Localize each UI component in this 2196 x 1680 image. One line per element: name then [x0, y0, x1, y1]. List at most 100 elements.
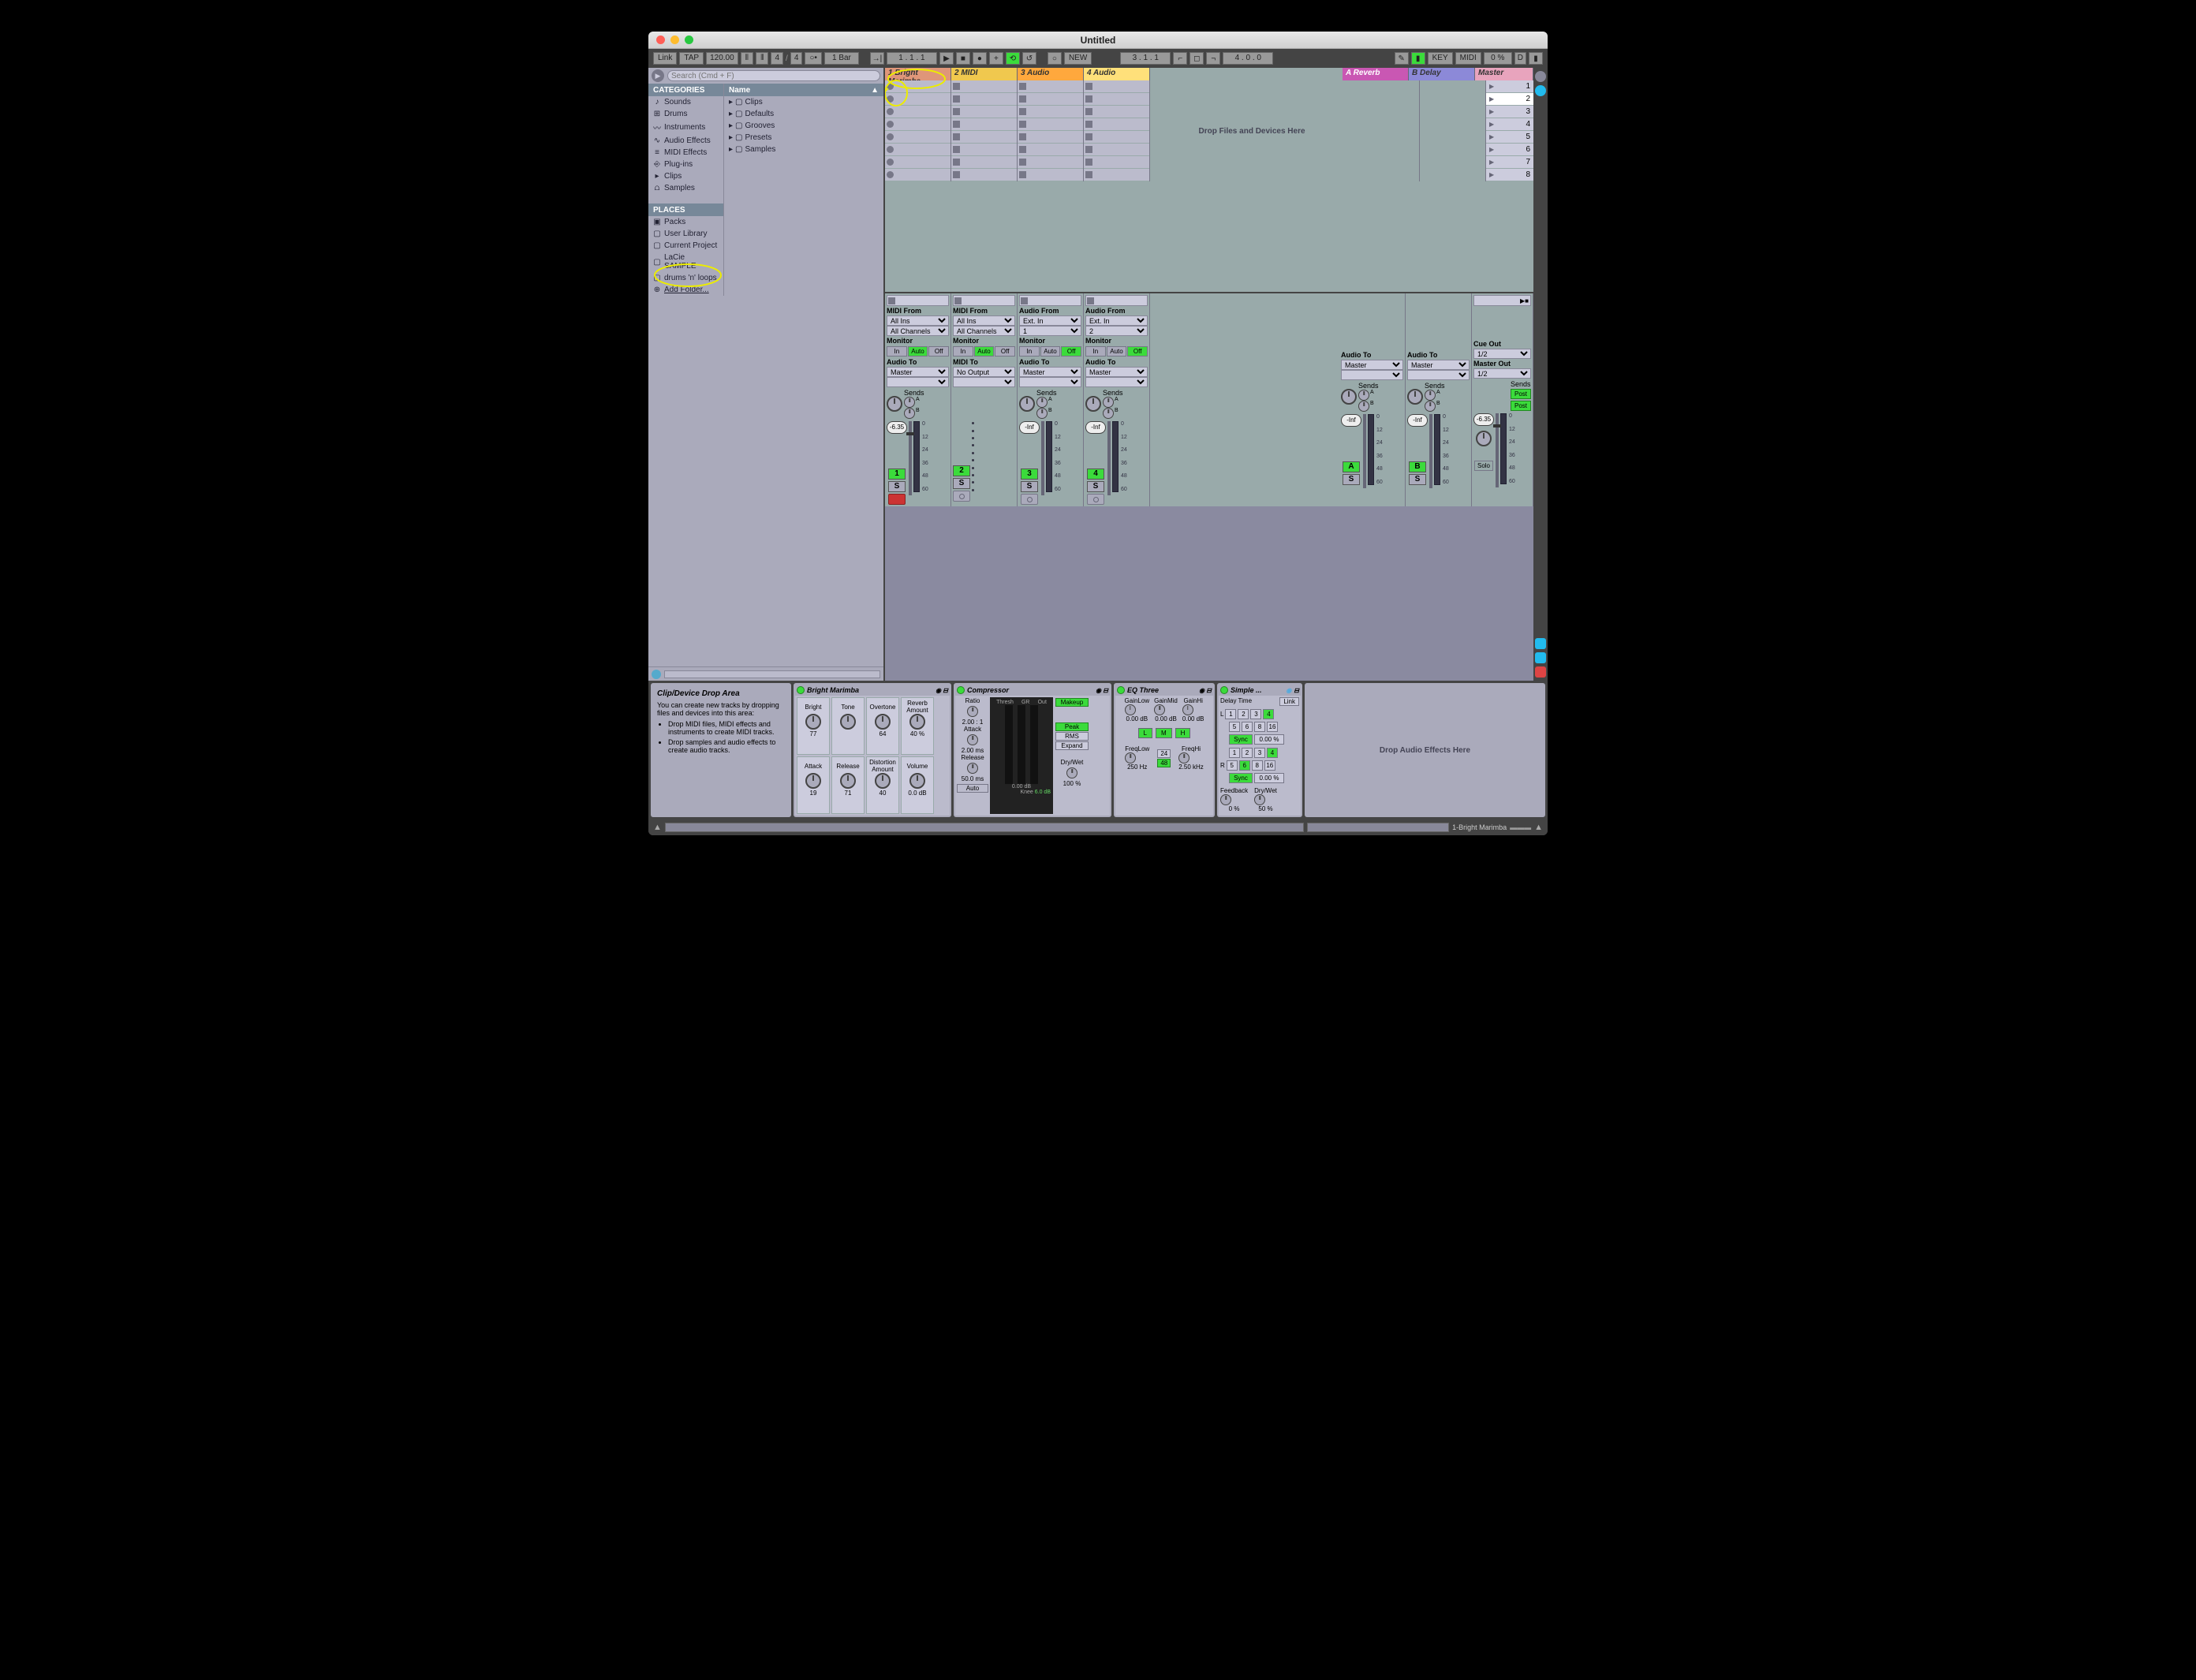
- back-to-arrangement-icon[interactable]: [1535, 666, 1546, 678]
- monitor-in[interactable]: In: [1085, 346, 1106, 357]
- show-hide-icon[interactable]: ▲: [653, 823, 662, 832]
- pan-knob[interactable]: [1085, 396, 1101, 412]
- solo-button[interactable]: S: [1409, 474, 1426, 485]
- param-knob[interactable]: [909, 773, 925, 789]
- midi-from-select[interactable]: All Ins: [887, 315, 949, 326]
- track-activator[interactable]: 4: [1087, 469, 1104, 480]
- hi-kill-button[interactable]: H: [1175, 728, 1191, 738]
- monitor-off[interactable]: Off: [1061, 346, 1081, 357]
- master-track-header[interactable]: Master: [1475, 68, 1533, 80]
- volume-display[interactable]: -6.35: [887, 421, 907, 434]
- reenable-auto-icon[interactable]: ↺: [1022, 52, 1036, 65]
- nudge-down-icon[interactable]: ⦀: [741, 52, 753, 65]
- param-knob[interactable]: [805, 773, 821, 789]
- automation-arm-icon[interactable]: ⟲: [1006, 52, 1020, 65]
- place-current-project[interactable]: ▢Current Project: [648, 240, 723, 252]
- ratio-knob[interactable]: [967, 706, 978, 717]
- clip-slot[interactable]: [1018, 106, 1083, 118]
- track-activator[interactable]: 1: [888, 469, 906, 480]
- place-folder[interactable]: ▢drums 'n' loops: [648, 272, 723, 284]
- monitor-in[interactable]: In: [1019, 346, 1040, 357]
- audio-to-sub-select[interactable]: [887, 377, 949, 387]
- preview-icon[interactable]: ▶: [652, 69, 664, 82]
- scene-launch[interactable]: ▶4: [1486, 118, 1533, 131]
- play-icon[interactable]: ▶: [939, 52, 954, 65]
- signature-num[interactable]: 4: [771, 52, 783, 65]
- clip-slot[interactable]: [1084, 144, 1149, 156]
- midi-to-sub-select[interactable]: [953, 377, 1015, 387]
- computer-midi-icon[interactable]: ▮: [1411, 52, 1425, 65]
- audio-to-select[interactable]: Master: [1019, 367, 1081, 377]
- midi-to-select[interactable]: No Output: [953, 367, 1015, 377]
- midi-from-select[interactable]: All Ins: [953, 315, 1015, 326]
- audio-channel-select[interactable]: 2: [1085, 326, 1148, 336]
- scene-launch[interactable]: ▶8: [1486, 169, 1533, 181]
- monitor-auto[interactable]: Auto: [1040, 346, 1061, 357]
- monitor-auto[interactable]: Auto: [974, 346, 995, 357]
- clip-slot[interactable]: [1018, 131, 1083, 144]
- nudge-up-icon[interactable]: ⦀: [756, 52, 768, 65]
- record-icon[interactable]: ●: [973, 52, 987, 65]
- arm-button[interactable]: [953, 491, 970, 502]
- audio-to-select[interactable]: Master: [1407, 360, 1470, 370]
- mid-kill-button[interactable]: M: [1156, 728, 1172, 738]
- volume-display[interactable]: -Inf: [1019, 421, 1040, 434]
- clip-slot[interactable]: [1084, 80, 1149, 93]
- monitor-auto[interactable]: Auto: [908, 346, 928, 357]
- clip-slot[interactable]: [885, 106, 950, 118]
- master-out-select[interactable]: 1/2: [1473, 368, 1531, 379]
- sync-button[interactable]: Sync: [1229, 734, 1253, 745]
- monitor-in[interactable]: In: [953, 346, 973, 357]
- release-knob[interactable]: [967, 763, 978, 774]
- param-knob[interactable]: [909, 714, 925, 730]
- volume-slider[interactable]: [1496, 413, 1499, 487]
- send-a-knob[interactable]: [1425, 390, 1436, 401]
- device-power-icon[interactable]: [1220, 686, 1228, 694]
- clip-slot[interactable]: [1084, 106, 1149, 118]
- clip-slot[interactable]: [951, 80, 1017, 93]
- scene-launch[interactable]: ▶2: [1486, 93, 1533, 106]
- solo-button[interactable]: Solo: [1474, 461, 1493, 471]
- device-view-icon[interactable]: [1535, 652, 1546, 663]
- gainmid-knob[interactable]: [1154, 704, 1165, 715]
- expand-button[interactable]: Expand: [1055, 741, 1089, 750]
- param-knob[interactable]: [875, 714, 891, 730]
- rms-button[interactable]: RMS: [1055, 732, 1089, 741]
- clip-slot[interactable]: [1084, 156, 1149, 169]
- cue-volume-knob[interactable]: [1476, 431, 1492, 446]
- scene-launch[interactable]: ▶5: [1486, 131, 1533, 144]
- clip-slot[interactable]: [885, 118, 950, 131]
- send-b-knob[interactable]: [1358, 401, 1369, 412]
- clip-slot[interactable]: [885, 93, 950, 106]
- param-knob[interactable]: [805, 714, 821, 730]
- send-b-knob[interactable]: [1103, 408, 1114, 419]
- overdub-icon[interactable]: +: [989, 52, 1003, 65]
- volume-display[interactable]: -Inf: [1407, 414, 1428, 427]
- clip-slot[interactable]: [951, 169, 1017, 181]
- param-knob[interactable]: [840, 773, 856, 789]
- name-column-header[interactable]: Name▲: [724, 84, 883, 96]
- sync-button[interactable]: Sync: [1229, 773, 1253, 783]
- freqlow-knob[interactable]: [1125, 752, 1136, 763]
- category-sounds[interactable]: ♪Sounds: [648, 96, 723, 108]
- audio-to-sub-select[interactable]: [1407, 370, 1470, 380]
- send-a-knob[interactable]: [904, 397, 915, 408]
- loop-length[interactable]: 4 . 0 . 0: [1223, 52, 1273, 65]
- category-drums[interactable]: ⊞Drums: [648, 108, 723, 120]
- makeup-button[interactable]: Makeup: [1055, 698, 1089, 707]
- send-b-knob[interactable]: [904, 408, 915, 419]
- category-samples[interactable]: ⩍Samples: [648, 182, 723, 194]
- audio-to-sub-select[interactable]: [1019, 377, 1081, 387]
- show-hide-icon[interactable]: ▲: [1534, 823, 1543, 832]
- clip-slot[interactable]: [1018, 80, 1083, 93]
- audio-to-select[interactable]: Master: [1085, 367, 1148, 377]
- pan-knob[interactable]: [887, 396, 902, 412]
- clip-slot[interactable]: [951, 156, 1017, 169]
- volume-slider[interactable]: [1429, 414, 1432, 488]
- drop-files-area[interactable]: Drop Files and Devices Here: [1150, 80, 1354, 181]
- audio-to-select[interactable]: Master: [1341, 360, 1403, 370]
- stop-icon[interactable]: ■: [956, 52, 970, 65]
- device-power-icon[interactable]: [1117, 686, 1125, 694]
- scene-launch[interactable]: ▶6: [1486, 144, 1533, 156]
- scene-launch[interactable]: ▶3: [1486, 106, 1533, 118]
